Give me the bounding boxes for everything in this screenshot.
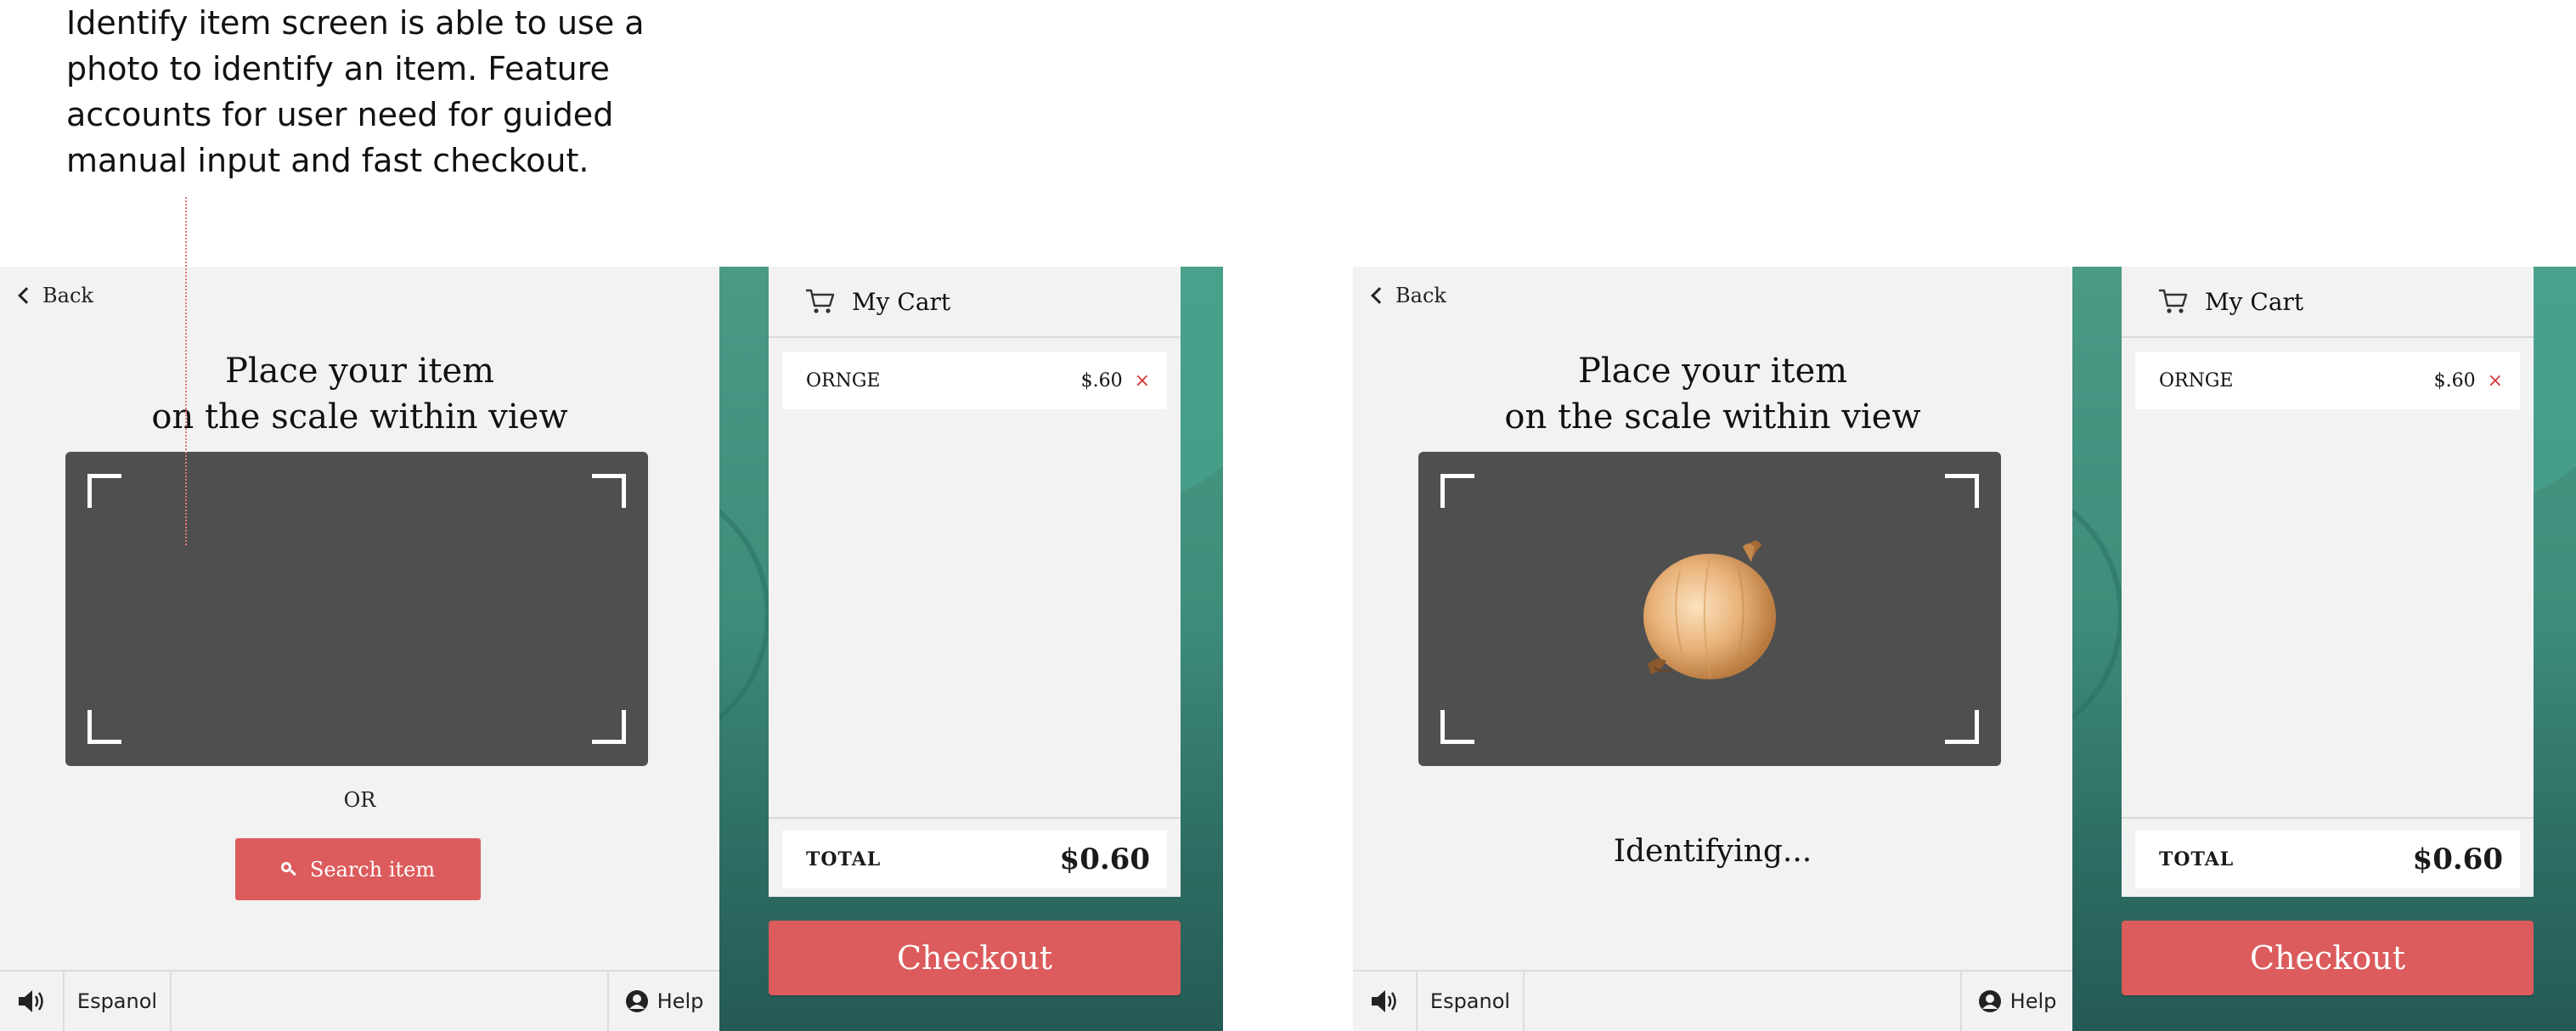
user-circle-icon — [1978, 990, 2001, 1012]
annotation-guide-line — [185, 197, 187, 545]
frame-corner-icon — [592, 474, 626, 508]
frame-corner-icon — [87, 474, 121, 508]
camera-viewer — [65, 452, 648, 766]
cart-sidebar: My Cart ORNGE $.60 × TOTAL $0.60 Checkou… — [2072, 267, 2576, 1031]
cart-icon — [806, 289, 835, 313]
annotation-line: accounts for user need for guided — [66, 96, 614, 133]
back-label: Back — [1395, 284, 1446, 307]
main-panel: Back Place your item on the scale within… — [1353, 267, 2072, 1031]
chevron-left-icon — [1371, 287, 1388, 304]
camera-viewer — [1418, 452, 2001, 766]
cart-item-name: ORNGE — [2159, 369, 2234, 392]
footer-bar: Espanol Help — [1353, 970, 2072, 1031]
help-button[interactable]: Help — [1960, 972, 2072, 1031]
cart-header: My Cart — [769, 267, 1181, 338]
cart-item: ORNGE $.60 × — [2135, 352, 2520, 409]
total-value: $0.60 — [2412, 842, 2503, 876]
frame-corner-icon — [87, 710, 121, 744]
cart-item-price: $.60 — [2433, 369, 2476, 392]
title-line: Place your item — [1577, 352, 1848, 391]
user-circle-icon — [625, 990, 648, 1012]
cart-item: ORNGE $.60 × — [782, 352, 1167, 409]
total-label: TOTAL — [806, 848, 882, 870]
checkout-button[interactable]: Checkout — [769, 921, 1181, 995]
speaker-icon — [1372, 990, 1396, 1012]
page-title: Place your item on the scale within view — [0, 348, 719, 440]
help-button[interactable]: Help — [607, 972, 719, 1031]
language-button[interactable]: Espanol — [1418, 972, 1525, 1031]
chevron-left-icon — [18, 287, 35, 304]
total-label: TOTAL — [2159, 848, 2235, 870]
title-line: on the scale within view — [1504, 397, 1921, 437]
footer-spacer — [1525, 972, 1960, 1031]
back-button[interactable]: Back — [18, 279, 93, 313]
onion-photo — [1643, 540, 1776, 679]
help-label: Help — [2010, 989, 2057, 1013]
annotation-text: Identify item screen is able to use a ph… — [66, 0, 661, 183]
annotation-line: Identify item screen is able to use a — [66, 4, 645, 42]
identify-screen-identifying: Back Place your item on the scale within… — [1353, 267, 2576, 1031]
frame-corner-icon — [1440, 710, 1474, 744]
footer-spacer — [172, 972, 607, 1031]
or-divider-label: OR — [343, 788, 376, 812]
search-button-label: Search item — [309, 857, 436, 882]
cart-sidebar: My Cart ORNGE $.60 × TOTAL $0.60 Checkou… — [719, 267, 1223, 1031]
frame-corner-icon — [1440, 474, 1474, 508]
help-label: Help — [657, 989, 704, 1013]
remove-item-icon[interactable]: × — [1135, 370, 1150, 392]
main-panel: Back Place your item on the scale within… — [0, 267, 719, 1031]
total-value: $0.60 — [1059, 842, 1150, 876]
speaker-icon — [19, 990, 43, 1012]
language-button[interactable]: Espanol — [65, 972, 172, 1031]
back-button[interactable]: Back — [1371, 279, 1446, 313]
checkout-button[interactable]: Checkout — [2122, 921, 2534, 995]
identify-screen-empty: Back Place your item on the scale within… — [0, 267, 1223, 1031]
frame-corner-icon — [1945, 474, 1979, 508]
cart-title: My Cart — [852, 287, 951, 316]
cart-panel: My Cart ORNGE $.60 × TOTAL $0.60 — [769, 267, 1181, 897]
cart-total-bar: TOTAL $0.60 — [769, 817, 1181, 897]
search-item-button[interactable]: Search item — [235, 838, 481, 900]
cart-panel: My Cart ORNGE $.60 × TOTAL $0.60 — [2122, 267, 2534, 897]
decorative-ring — [2072, 479, 2123, 751]
back-label: Back — [42, 284, 93, 307]
cart-total-bar: TOTAL $0.60 — [2122, 817, 2534, 897]
search-icon — [280, 861, 296, 877]
cart-header: My Cart — [2122, 267, 2534, 338]
annotation-line: manual input and fast checkout. — [66, 142, 589, 179]
identifying-status: Identifying... — [1613, 834, 1812, 869]
remove-item-icon[interactable]: × — [2488, 370, 2503, 392]
title-line: Place your item — [224, 352, 495, 391]
annotation-line: photo to identify an item. Feature — [66, 50, 610, 87]
cart-total: TOTAL $0.60 — [782, 831, 1167, 888]
sound-button[interactable] — [1353, 972, 1418, 1031]
frame-corner-icon — [1945, 710, 1979, 744]
cart-item-name: ORNGE — [806, 369, 881, 392]
cart-total: TOTAL $0.60 — [2135, 831, 2520, 888]
footer-bar: Espanol Help — [0, 970, 719, 1031]
frame-corner-icon — [592, 710, 626, 744]
cart-icon — [2159, 289, 2188, 313]
cart-title: My Cart — [2205, 287, 2304, 316]
page-title: Place your item on the scale within view — [1353, 348, 2072, 440]
title-line: on the scale within view — [151, 397, 568, 437]
decorative-ring — [719, 479, 770, 751]
cart-item-price: $.60 — [1080, 369, 1123, 392]
sound-button[interactable] — [0, 972, 65, 1031]
